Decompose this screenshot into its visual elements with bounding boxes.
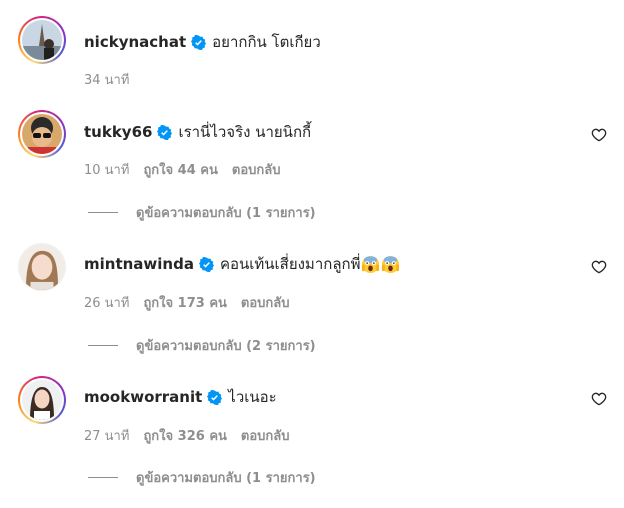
reply-button[interactable]: ตอบกลับ [241, 292, 290, 313]
comment-username[interactable]: nickynachat [84, 33, 186, 51]
verified-badge-icon [191, 34, 207, 50]
comment-time[interactable]: 27 นาที [84, 425, 129, 446]
view-replies-label: ดูข้อความตอบกลับ (2 รายการ) [136, 339, 316, 354]
likes-count[interactable]: ถูกใจ 326 คน [143, 425, 226, 446]
avatar[interactable] [18, 376, 66, 424]
heart-outline-icon[interactable] [591, 259, 607, 275]
verified-badge-icon [157, 124, 173, 140]
view-replies-button[interactable]: ดูข้อความตอบกลับ (1 รายการ) [88, 202, 316, 223]
view-replies-label: ดูข้อความตอบกลับ (1 รายการ) [136, 206, 316, 221]
divider [88, 212, 118, 213]
avatar[interactable] [18, 110, 66, 158]
screaming-face-emoji [361, 255, 380, 274]
reply-button[interactable]: ตอบกลับ [241, 425, 290, 446]
divider [88, 345, 118, 346]
comment-text: ไวเนอะ [228, 388, 277, 406]
verified-badge-icon [207, 389, 223, 405]
comment-text: คอนเท้นเสี่ยงมากลูกพี่ [219, 255, 361, 273]
comment-text: เรานี่ไวจริง นายนิกกี้ [178, 123, 312, 141]
comment-text: อยากกิน โตเกียว [212, 33, 321, 51]
comment-username[interactable]: mintnawinda [84, 255, 194, 273]
heart-outline-icon[interactable] [591, 391, 607, 407]
comment-time[interactable]: 34 นาที [84, 69, 129, 90]
comment-time[interactable]: 26 นาที [84, 292, 129, 313]
heart-outline-icon[interactable] [591, 127, 607, 143]
avatar[interactable] [18, 243, 66, 291]
comment-username[interactable]: mookworranit [84, 388, 202, 406]
view-replies-label: ดูข้อความตอบกลับ (1 รายการ) [136, 471, 316, 486]
likes-count[interactable]: ถูกใจ 173 คน [143, 292, 226, 313]
comment-username[interactable]: tukky66 [84, 123, 152, 141]
verified-badge-icon [198, 256, 214, 272]
screaming-face-emoji [381, 255, 400, 274]
likes-count[interactable]: ถูกใจ 44 คน [143, 159, 217, 180]
view-replies-button[interactable]: ดูข้อความตอบกลับ (1 รายการ) [88, 467, 316, 488]
divider [88, 477, 118, 478]
avatar[interactable] [18, 16, 66, 64]
reply-button[interactable]: ตอบกลับ [232, 159, 281, 180]
view-replies-button[interactable]: ดูข้อความตอบกลับ (2 รายการ) [88, 335, 316, 356]
comment-time[interactable]: 10 นาที [84, 159, 129, 180]
